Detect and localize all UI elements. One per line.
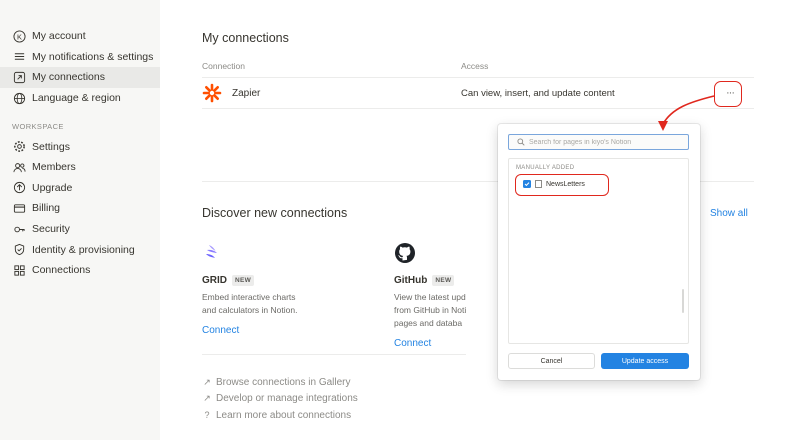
update-access-button[interactable]: Update access <box>601 353 689 369</box>
sidebar-item-label: Billing <box>32 202 61 215</box>
access-popup: MANUALLY ADDED NewsLetters Cancel Update… <box>498 124 700 380</box>
upgrade-circle-icon <box>12 181 26 195</box>
search-input[interactable] <box>529 138 679 146</box>
page-title: My connections <box>202 31 289 45</box>
browse-gallery-link[interactable]: ↗ Browse connections in Gallery <box>202 374 358 391</box>
globe-icon <box>12 91 26 105</box>
sidebar-item-security[interactable]: Security <box>0 219 160 240</box>
workspace-heading: WORKSPACE <box>12 121 64 131</box>
integration-card-grid: GRID NEW Embed interactive charts and ca… <box>202 242 382 336</box>
cancel-button[interactable]: Cancel <box>508 353 595 369</box>
help-circle-icon: ? <box>204 410 210 421</box>
shield-icon <box>12 243 26 257</box>
sidebar-item-label: My notifications & settings <box>32 50 154 63</box>
integration-description: View the latest upd from GitHub in Noti … <box>394 292 467 328</box>
svg-text:K: K <box>17 32 22 41</box>
sidebar-item-label: Connections <box>32 264 91 277</box>
key-icon <box>12 222 26 236</box>
gear-icon <box>12 140 26 154</box>
people-icon <box>12 160 26 174</box>
github-logo-icon <box>395 243 415 263</box>
annotation-highlight <box>714 81 742 107</box>
table-row: Zapier Can view, insert, and update cont… <box>202 78 754 108</box>
grid-icon <box>12 263 26 277</box>
help-links: ↗ Browse connections in Gallery ↗ Develo… <box>202 374 358 424</box>
develop-integrations-link[interactable]: ↗ Develop or manage integrations <box>202 391 358 408</box>
link-label: Browse connections in Gallery <box>216 376 351 388</box>
connect-link[interactable]: Connect <box>202 325 382 336</box>
card-icon <box>12 201 26 215</box>
account-k-icon: K <box>12 29 26 43</box>
divider <box>202 354 466 355</box>
link-label: Learn more about connections <box>216 409 352 421</box>
arrow-square-icon <box>12 70 26 84</box>
sidebar-item-settings[interactable]: Settings <box>0 136 160 157</box>
column-header-connection: Connection <box>202 61 246 71</box>
divider <box>202 108 754 109</box>
sidebar-item-label: My connections <box>32 71 105 84</box>
grid-logo-icon <box>206 245 217 258</box>
table-header: Connection Access <box>202 61 754 71</box>
settings-sidebar: K My account My notifications & settings… <box>0 0 160 440</box>
section-heading: MANUALLY ADDED <box>516 165 575 171</box>
sidebar-item-label: Settings <box>32 140 70 153</box>
zapier-logo-icon <box>202 83 222 103</box>
integration-name: GRID <box>202 275 227 286</box>
sidebar-item-language[interactable]: Language & region <box>0 88 160 109</box>
sidebar-item-my-account[interactable]: K My account <box>0 26 160 47</box>
new-badge: NEW <box>232 275 255 286</box>
sidebar-item-label: My account <box>32 30 86 43</box>
sidebar-item-billing[interactable]: Billing <box>0 198 160 219</box>
sidebar-item-label: Upgrade <box>32 181 73 194</box>
search-icon <box>517 138 525 146</box>
sidebar-item-my-connections[interactable]: My connections <box>0 67 160 88</box>
sidebar-item-label: Language & region <box>32 92 121 105</box>
discover-title: Discover new connections <box>202 206 348 220</box>
show-all-link[interactable]: Show all <box>710 208 748 219</box>
scrollbar[interactable] <box>682 289 684 313</box>
sliders-icon <box>12 50 26 64</box>
sidebar-item-label: Security <box>32 223 70 236</box>
column-header-access: Access <box>461 61 489 71</box>
link-label: Develop or manage integrations <box>216 393 358 405</box>
arrow-up-right-icon: ↗ <box>203 376 211 387</box>
sidebar-item-label: Identity & provisioning <box>32 243 135 256</box>
sidebar-item-identity[interactable]: Identity & provisioning <box>0 239 160 260</box>
connection-access: Can view, insert, and update content <box>461 88 615 99</box>
new-badge: NEW <box>432 275 455 286</box>
connection-name: Zapier <box>232 88 261 99</box>
sidebar-item-label: Members <box>32 161 76 174</box>
integration-description: Embed interactive charts and calculators… <box>202 292 298 315</box>
arrow-up-right-icon: ↗ <box>203 393 211 404</box>
learn-more-link[interactable]: ? Learn more about connections <box>202 407 358 424</box>
integration-name: GitHub <box>394 275 428 286</box>
sidebar-item-notifications[interactable]: My notifications & settings <box>0 47 160 68</box>
annotation-highlight <box>515 174 609 196</box>
sidebar-item-connections[interactable]: Connections <box>0 260 160 281</box>
sidebar-item-members[interactable]: Members <box>0 157 160 178</box>
sidebar-item-upgrade[interactable]: Upgrade <box>0 178 160 199</box>
page-search-field[interactable] <box>508 134 689 150</box>
